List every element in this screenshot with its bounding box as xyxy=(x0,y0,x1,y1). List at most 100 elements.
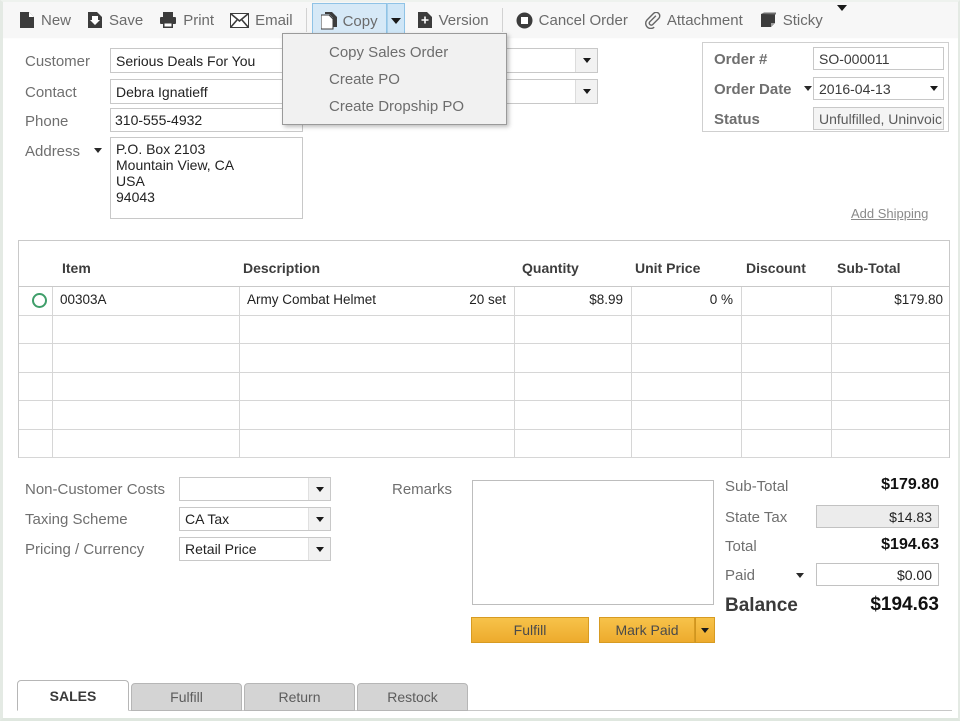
cell-item[interactable]: 00303A xyxy=(60,292,107,307)
mark-paid-dropdown-toggle[interactable] xyxy=(695,617,715,643)
grid-divider xyxy=(239,316,240,344)
attachment-button[interactable]: Attachment xyxy=(636,4,751,37)
cancel-order-button[interactable]: Cancel Order xyxy=(508,4,636,37)
grid-divider xyxy=(631,344,632,372)
chevron-down-icon xyxy=(583,58,591,63)
pricing-currency-combo[interactable]: Retail Price xyxy=(179,537,331,561)
table-row-empty[interactable] xyxy=(19,316,949,345)
address-textarea[interactable]: P.O. Box 2103 Mountain View, CA USA 9404… xyxy=(110,137,303,219)
grid-divider xyxy=(741,316,742,344)
cell-unit-price[interactable]: $8.99 xyxy=(531,292,623,307)
table-row-empty[interactable] xyxy=(19,373,949,402)
grid-divider xyxy=(631,287,632,315)
grid-divider xyxy=(514,373,515,401)
order-date-mode-caret-icon[interactable] xyxy=(804,86,812,91)
save-button-label: Save xyxy=(109,12,143,29)
toolbar-separator-1 xyxy=(306,8,307,32)
open-circle-icon[interactable] xyxy=(32,293,47,308)
cell-description[interactable]: Army Combat Helmet xyxy=(247,292,376,307)
column-header-unit-price: Unit Price xyxy=(635,260,700,276)
cell-discount[interactable]: 0 % xyxy=(641,292,733,307)
grid-divider xyxy=(631,316,632,344)
sticky-dropdown-toggle[interactable] xyxy=(837,11,847,29)
save-icon xyxy=(87,11,103,29)
print-button[interactable]: Print xyxy=(151,4,222,37)
grid-divider xyxy=(514,344,515,372)
paid-input[interactable]: $0.00 xyxy=(816,563,939,586)
save-button[interactable]: Save xyxy=(79,4,151,37)
grid-divider xyxy=(239,344,240,372)
printer-icon xyxy=(159,11,177,29)
paid-label: Paid xyxy=(725,567,755,584)
column-header-discount: Discount xyxy=(746,260,806,276)
column-header-description: Description xyxy=(243,260,320,276)
fulfill-button[interactable]: Fulfill xyxy=(471,617,589,643)
paid-dropdown-caret-icon[interactable] xyxy=(796,573,804,578)
grid-divider xyxy=(741,344,742,372)
copy-icon xyxy=(321,12,337,30)
grid-divider xyxy=(631,401,632,429)
new-document-icon xyxy=(19,11,35,29)
state-tax-value: $14.83 xyxy=(816,505,939,528)
phone-label: Phone xyxy=(25,113,68,130)
menu-item-create-po[interactable]: Create PO xyxy=(283,66,506,93)
phone-input[interactable] xyxy=(110,108,303,132)
grid-divider xyxy=(239,287,240,315)
table-row-empty[interactable] xyxy=(19,401,949,430)
pricing-currency-dropdown-button[interactable] xyxy=(308,538,330,560)
grid-divider xyxy=(52,344,53,372)
state-tax-label: State Tax xyxy=(725,509,787,526)
cell-sub-total[interactable]: $179.80 xyxy=(831,292,943,307)
mark-paid-button[interactable]: Mark Paid xyxy=(599,617,695,643)
non-customer-costs-dropdown-button[interactable] xyxy=(308,478,330,500)
new-button[interactable]: New xyxy=(11,4,79,37)
table-row[interactable]: 00303A Army Combat Helmet 20 set $8.99 0… xyxy=(19,287,949,316)
version-button[interactable]: Version xyxy=(409,4,497,37)
copy-button-label: Copy xyxy=(343,13,378,30)
grid-divider xyxy=(514,430,515,458)
order-date-label: Order Date xyxy=(714,81,792,98)
contact-dropdown-button[interactable] xyxy=(575,80,597,103)
bottom-tab-bar: SALES Fulfill Return Restock xyxy=(3,679,958,715)
non-customer-costs-combo[interactable] xyxy=(179,477,331,501)
tab-fulfill[interactable]: Fulfill xyxy=(131,683,242,711)
table-row-empty[interactable] xyxy=(19,430,949,459)
grid-divider xyxy=(741,373,742,401)
sticky-button[interactable]: Sticky xyxy=(751,4,831,37)
menu-item-copy-sales-order[interactable]: Copy Sales Order xyxy=(283,39,506,66)
tab-restock[interactable]: Restock xyxy=(357,683,468,711)
grid-header-row: Item Description Quantity Unit Price Dis… xyxy=(19,241,949,287)
grid-divider xyxy=(52,401,53,429)
chevron-down-icon xyxy=(837,5,847,28)
order-date-combo[interactable]: 2016-04-13 xyxy=(813,77,944,100)
print-button-label: Print xyxy=(183,12,214,29)
taxing-scheme-combo[interactable]: CA Tax xyxy=(179,507,331,531)
chevron-down-icon xyxy=(391,18,401,24)
tab-return[interactable]: Return xyxy=(244,683,355,711)
table-row-empty[interactable] xyxy=(19,344,949,373)
sub-total-value: $179.80 xyxy=(803,476,939,494)
order-number-input[interactable]: SO-000011 xyxy=(813,47,944,70)
address-dropdown-caret-icon[interactable] xyxy=(94,148,102,153)
add-shipping-link[interactable]: Add Shipping xyxy=(851,206,928,221)
attachment-button-label: Attachment xyxy=(667,12,743,29)
version-document-icon xyxy=(417,11,433,29)
chevron-down-icon[interactable] xyxy=(930,86,938,91)
cell-quantity[interactable]: 20 set xyxy=(414,292,506,307)
grid-divider xyxy=(831,316,832,344)
email-button[interactable]: Email xyxy=(222,4,301,37)
chevron-down-icon xyxy=(583,89,591,94)
taxing-scheme-value: CA Tax xyxy=(180,508,308,530)
total-value: $194.63 xyxy=(803,536,939,554)
address-label: Address xyxy=(25,143,80,160)
customer-dropdown-button[interactable] xyxy=(575,49,597,72)
grid-divider xyxy=(239,430,240,458)
column-header-sub-total: Sub-Total xyxy=(837,260,901,276)
paperclip-icon xyxy=(644,12,661,29)
menu-item-create-dropship-po[interactable]: Create Dropship PO xyxy=(283,93,506,120)
grid-divider xyxy=(514,316,515,344)
remarks-textarea[interactable] xyxy=(472,480,714,605)
tab-sales[interactable]: SALES xyxy=(17,680,129,711)
order-items-grid: Item Description Quantity Unit Price Dis… xyxy=(18,240,950,458)
taxing-scheme-dropdown-button[interactable] xyxy=(308,508,330,530)
